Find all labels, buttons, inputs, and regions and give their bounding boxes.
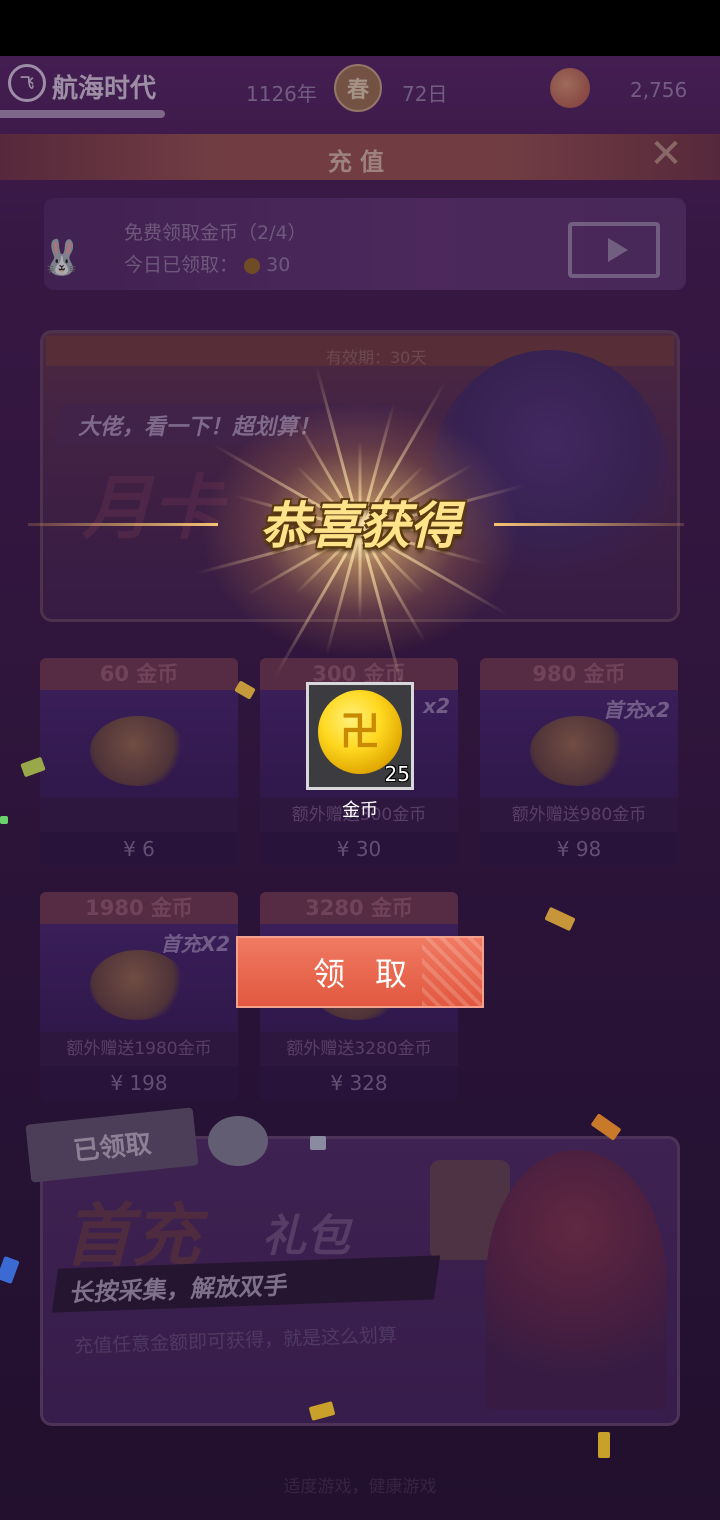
confetti-piece — [310, 1136, 326, 1150]
claim-button[interactable]: 领取 — [236, 936, 484, 1008]
reward-item-name: 金币 — [342, 800, 378, 821]
gold-divider-left — [28, 523, 218, 526]
congrats-title: 恭喜获得 — [260, 497, 460, 555]
status-bar — [0, 0, 720, 56]
gold-divider-right — [494, 523, 684, 526]
reward-item-count: 25 — [384, 762, 410, 786]
coin-emblem-icon: 卍 — [340, 709, 380, 755]
confetti-piece — [0, 816, 8, 824]
confetti-piece — [598, 1432, 610, 1458]
